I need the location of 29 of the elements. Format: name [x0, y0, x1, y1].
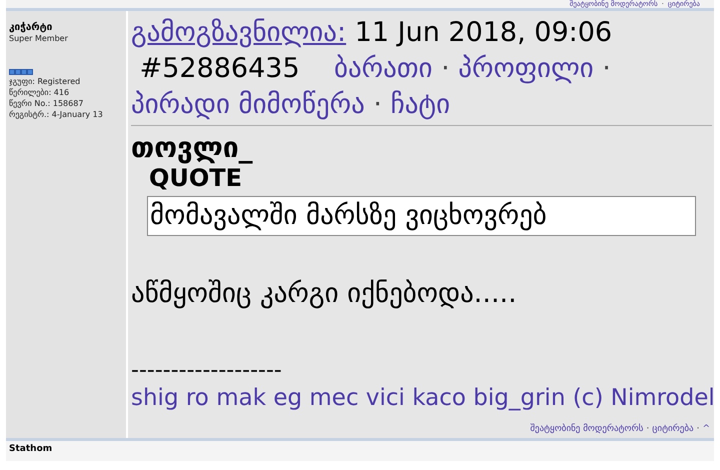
- profile-link[interactable]: ჩატი: [390, 89, 450, 120]
- separator: ·: [696, 424, 700, 434]
- action-link[interactable]: ციტირება: [652, 424, 694, 434]
- author-detail: წევრი No.: 158687: [9, 98, 84, 109]
- separator: ·: [441, 53, 450, 84]
- quote-author: თოვლი_: [131, 132, 253, 164]
- action-link[interactable]: შეატყობინე მოდერატორს: [530, 424, 644, 434]
- separator: ·: [602, 53, 611, 84]
- post-date: 11 Jun 2018, 09:06: [354, 17, 612, 48]
- post-number: #52886435: [140, 53, 300, 84]
- separator: ·: [373, 89, 382, 120]
- separator: ·: [646, 424, 650, 434]
- profile-link[interactable]: პროფილი: [458, 53, 594, 84]
- author-name: კიჭარტი: [9, 22, 52, 33]
- author-detail: რეგისტრ.: 4-January 13: [9, 109, 103, 120]
- quote-text: მომავალში მარსზე ვიცხოვრებ: [147, 196, 696, 236]
- posted-link[interactable]: გამოგზავნილია:: [131, 17, 346, 48]
- quote-label: QUOTE: [149, 164, 242, 192]
- action-link[interactable]: ^: [702, 424, 710, 434]
- author-name: Stathom: [6, 441, 714, 461]
- author-rank: Super Member: [9, 34, 68, 43]
- rank-icon: [9, 69, 33, 75]
- signature-rule: -------------------: [131, 360, 282, 382]
- author-detail: ჯგუფი: Registered: [9, 76, 80, 87]
- author-detail: წერილები: 416: [9, 87, 70, 98]
- profile-link[interactable]: ბარათი: [334, 53, 432, 84]
- post-text: აწმყოშიც კარგი იქნებოდა.....: [131, 277, 517, 311]
- signature-text: shig ro mak eg mec vici kaco big_grin (c) Nimrodel: [131, 384, 715, 413]
- profile-link[interactable]: პირადი მიმოწერა: [131, 89, 365, 120]
